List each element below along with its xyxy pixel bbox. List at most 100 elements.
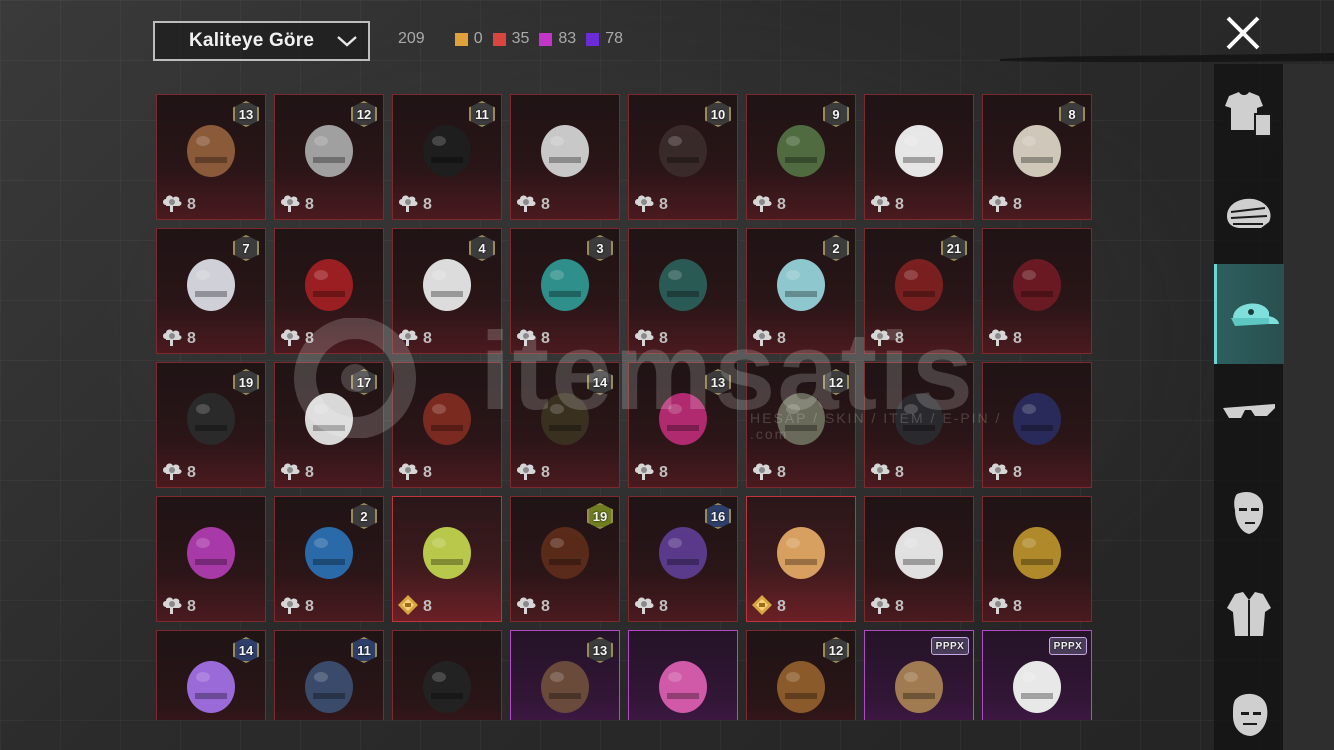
cloud-upgrade-icon [515,326,537,353]
level-badge: 19 [233,369,259,395]
item-card[interactable]: 8 [510,94,620,220]
item-card[interactable]: 13 [510,630,620,720]
item-card[interactable]: 14 [156,630,266,720]
item-card[interactable]: 38 [510,228,620,354]
sidebar-item-face-mask[interactable] [1214,164,1284,264]
item-quantity: 8 [987,462,1022,484]
cloud-upgrade-icon [633,192,655,219]
level-badge: 12 [823,369,849,395]
item-card[interactable]: 8 [982,496,1092,622]
item-card[interactable]: 88 [982,94,1092,220]
item-quantity: 8 [633,462,668,484]
item-card[interactable]: 8 [628,228,738,354]
item-card[interactable]: 12 8 [274,94,384,220]
level-badge-text: 9 [832,106,840,122]
sidebar-item-head[interactable] [1214,664,1284,750]
level-badge: 21 [941,235,967,261]
item-quantity-value: 8 [423,196,432,213]
sidebar-item-face[interactable] [1214,464,1284,564]
item-card[interactable]: 14 8 [510,362,620,488]
item-quantity: 8 [751,594,786,618]
item-image [1013,661,1061,713]
item-card[interactable]: 28 [746,228,856,354]
level-badge-text: 2 [832,240,840,256]
cloud-upgrade-icon [515,192,537,219]
item-card[interactable]: 8 [864,496,974,622]
item-quantity: 8 [987,596,1022,618]
item-card[interactable]: 78 [156,228,266,354]
item-card[interactable]: 8 [274,228,384,354]
sidebar-item-outfit[interactable] [1214,64,1284,164]
cloud-upgrade-icon [987,594,1009,621]
item-card[interactable]: 21 8 [864,228,974,354]
item-card[interactable]: 8 [864,94,974,220]
item-quantity-value: 8 [777,464,786,481]
item-quantity-value: 8 [305,196,314,213]
item-card[interactable]: PPPX [982,630,1092,720]
level-badge: 12 [351,101,377,127]
item-card[interactable]: 17 8 [274,362,384,488]
item-image [305,259,353,311]
item-quantity-value: 8 [659,196,668,213]
item-card[interactable]: 11 8 [392,94,502,220]
level-badge-text: 13 [238,106,254,122]
cloud-upgrade-icon [279,326,301,353]
cloud-upgrade-icon [869,594,891,621]
item-card[interactable]: 12 8 [746,362,856,488]
quality-count-value: 83 [558,30,577,47]
level-badge: 2 [823,235,849,261]
item-image [1013,259,1061,311]
close-icon[interactable] [1224,14,1262,52]
item-card[interactable]: 19 8 [156,362,266,488]
quality-count-value: 0 [473,30,483,47]
item-quantity: 8 [751,328,786,350]
level-badge-text: 19 [238,374,254,390]
item-image [1013,527,1061,579]
item-card[interactable]: 10 8 [628,94,738,220]
item-card[interactable]: 8 [746,496,856,622]
item-quantity-value: 8 [777,196,786,213]
item-card[interactable]: 48 [392,228,502,354]
item-card[interactable]: 13 8 [156,94,266,220]
sidebar-item-cap[interactable] [1214,264,1284,364]
item-card[interactable]: 8 [392,496,502,622]
level-badge-text: PPPX [935,640,965,652]
sort-dropdown[interactable]: Kaliteye Göre [153,21,370,61]
head-icon [1233,693,1268,736]
level-badge-text: 19 [592,508,608,524]
cloud-upgrade-icon [161,594,183,621]
item-image [777,527,825,579]
item-card[interactable]: 19 8 [510,496,620,622]
level-badge: 10 [705,101,731,127]
item-card[interactable]: 13 8 [628,362,738,488]
level-badge: 8 [1059,101,1085,127]
item-card[interactable] [392,630,502,720]
item-grid: 13 8 12 8 11 8 8 10 8 9 8 8 8 8 7 8 8 4 8 3 8 8 2 8 21 8 8 19 8 17 8 8 1… [156,94,1096,720]
sidebar-item-glasses[interactable] [1214,364,1284,464]
item-card[interactable]: 28 [274,496,384,622]
item-quantity-value: 8 [1013,464,1022,481]
item-quantity-value: 8 [541,196,550,213]
item-card[interactable]: 11 [274,630,384,720]
cloud-upgrade-icon [987,326,1009,353]
cloud-upgrade-icon [279,594,301,621]
item-card[interactable]: PPPX [864,630,974,720]
chevron-down-icon [337,36,357,47]
item-card[interactable]: 12 [746,630,856,720]
item-card[interactable]: 8 [982,228,1092,354]
quality-swatch [586,32,600,46]
item-card[interactable]: 8 [156,496,266,622]
level-badge-text: 12 [828,374,844,390]
cloud-upgrade-icon [279,460,301,487]
level-badge-text: 16 [710,508,726,524]
item-card[interactable]: 8 [864,362,974,488]
item-card[interactable]: 8 [392,362,502,488]
item-quantity-value: 8 [895,330,904,347]
item-card[interactable]: 98 [746,94,856,220]
item-card[interactable] [628,630,738,720]
sidebar-item-jacket[interactable] [1214,564,1284,664]
item-quantity: 8 [161,462,196,484]
item-card[interactable]: 8 [982,362,1092,488]
item-quantity-value: 8 [777,598,786,615]
item-card[interactable]: 16 8 [628,496,738,622]
